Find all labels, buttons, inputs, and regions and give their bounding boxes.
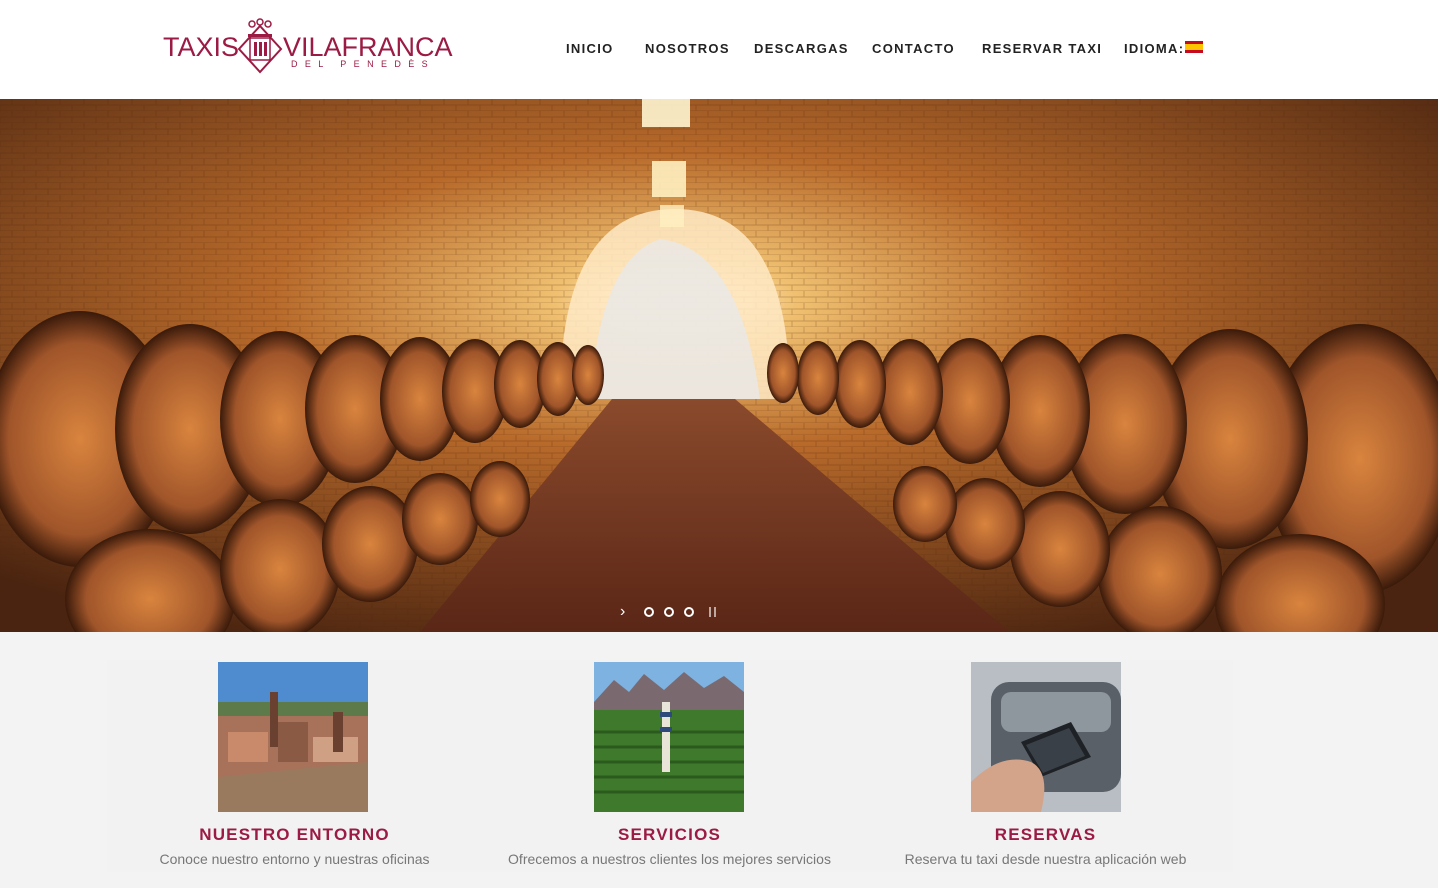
nav-item-idioma[interactable]: IDIOMA: [1124, 40, 1184, 58]
slider-dot[interactable] [664, 607, 674, 617]
town-aerial-image[interactable] [218, 662, 368, 812]
slider-dot[interactable] [644, 607, 654, 617]
hero-slider: › [0, 99, 1438, 632]
feature-title[interactable]: RESERVAS [858, 825, 1233, 845]
nav-item-inicio[interactable]: INICIO [566, 40, 614, 58]
logo-word-vilafranca: VILAFRANCA [283, 32, 453, 62]
logo-emblem-icon [237, 18, 283, 74]
nav-item-nosotros[interactable]: NOSOTROS [645, 40, 730, 58]
slider-controls: › [620, 604, 730, 620]
site-header: TAXIS VILAFRANCA DEL PENEDÈS INICIO NOSO… [0, 0, 1438, 99]
features-section: NUESTRO ENTORNO Conoce nuestro entorno y… [107, 660, 1233, 872]
nav-item-reservar-taxi[interactable]: RESERVAR TAXI [982, 40, 1102, 58]
chevron-right-icon[interactable]: › [620, 604, 632, 620]
brand-logo[interactable]: TAXIS VILAFRANCA DEL PENEDÈS [163, 18, 453, 78]
pause-icon[interactable] [709, 607, 717, 617]
feature-title[interactable]: NUESTRO ENTORNO [107, 825, 482, 845]
logo-word-taxis: TAXIS [163, 32, 240, 62]
spain-flag-icon[interactable] [1185, 41, 1203, 53]
nav-item-descargas[interactable]: DESCARGAS [754, 40, 849, 58]
feature-card-reservas[interactable]: RESERVAS Reserva tu taxi desde nuestra a… [858, 660, 1233, 872]
feature-description: Ofrecemos a nuestros clientes los mejore… [508, 851, 831, 867]
wine-cellar-barrels-image [0, 99, 1438, 632]
slider-dot[interactable] [684, 607, 694, 617]
feature-description: Reserva tu taxi desde nuestra aplicación… [904, 851, 1187, 867]
logo-subtitle: DEL PENEDÈS [291, 59, 436, 69]
nav-item-contacto[interactable]: CONTACTO [872, 40, 955, 58]
phone-in-hand-image[interactable] [971, 662, 1121, 812]
feature-title[interactable]: SERVICIOS [482, 825, 857, 845]
feature-card-entorno[interactable]: NUESTRO ENTORNO Conoce nuestro entorno y… [107, 660, 482, 872]
feature-description: Conoce nuestro entorno y nuestras oficin… [159, 851, 430, 867]
vineyard-mountains-image[interactable] [594, 662, 744, 812]
feature-card-servicios[interactable]: SERVICIOS Ofrecemos a nuestros clientes … [482, 660, 857, 872]
